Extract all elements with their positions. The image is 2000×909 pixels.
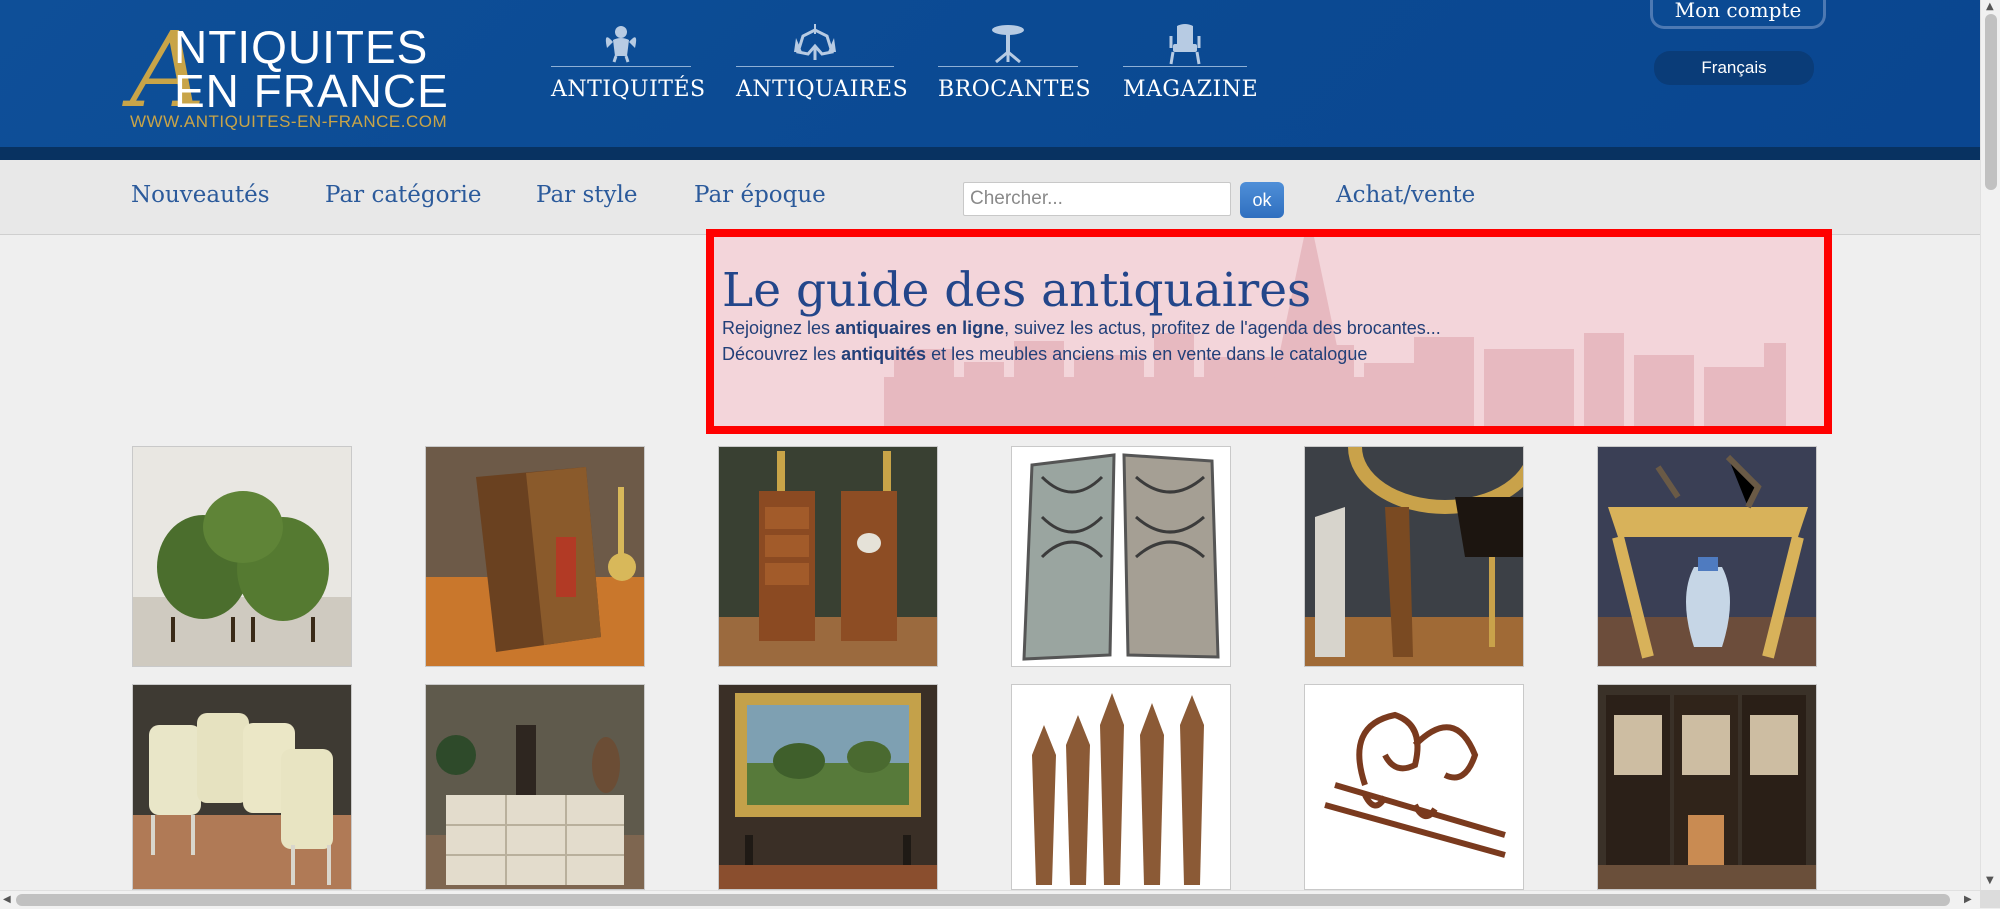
product-thumbnail[interactable]	[425, 446, 645, 667]
banner-text: Rejoignez les	[722, 318, 836, 338]
banner-line-2: Découvrez les antiquités et les meubles …	[722, 344, 1367, 365]
scroll-down-icon[interactable]: ▼	[1986, 876, 1994, 886]
horizontal-scroll-thumb[interactable]	[16, 894, 1950, 906]
nav-label: ANTIQUAIRES	[736, 77, 909, 102]
nav-item-antiquites[interactable]: ANTIQUITÉS	[551, 22, 706, 112]
subnav-nouveautes[interactable]: Nouveautés	[131, 182, 270, 208]
logo-line-1: NTIQUITES	[174, 21, 429, 73]
product-thumbnail[interactable]	[1011, 446, 1231, 667]
gueridon-table-icon	[938, 22, 1078, 66]
product-thumbnail[interactable]	[1011, 684, 1231, 890]
chandelier-icon	[736, 22, 894, 66]
product-thumbnail[interactable]	[425, 684, 645, 890]
site-header: A NTIQUITES EN FRANCE WWW.ANTIQUITES-EN-…	[0, 0, 1980, 160]
product-thumbnail[interactable]	[1304, 684, 1524, 890]
banner-link-antiquaires[interactable]: antiquaires en ligne	[835, 318, 1004, 338]
nav-rule	[1123, 66, 1247, 67]
product-thumbnail[interactable]	[132, 684, 352, 890]
banner-text: et les meubles anciens mis en vente dans…	[926, 344, 1368, 364]
subnav-achat-vente[interactable]: Achat/vente	[1336, 182, 1475, 208]
guide-banner: Le guide des antiquaires Rejoignez les a…	[706, 229, 1832, 434]
banner-line-1: Rejoignez les antiquaires en ligne, suiv…	[722, 318, 1441, 339]
product-thumbnail[interactable]	[1597, 446, 1817, 667]
banner-link-antiquites[interactable]: antiquités	[841, 344, 926, 364]
scroll-right-icon[interactable]: ▶	[1964, 895, 1972, 905]
banner-text: Découvrez les	[722, 344, 842, 364]
scrollbar-corner	[1980, 890, 2000, 908]
search-ok-button[interactable]: ok	[1240, 182, 1284, 218]
banner-title: Le guide des antiquaires	[722, 263, 1312, 318]
subnav-par-categorie[interactable]: Par catégorie	[325, 182, 481, 208]
product-thumbnail[interactable]	[1597, 684, 1817, 890]
nav-item-brocantes[interactable]: BROCANTES	[938, 22, 1092, 112]
nav-rule	[938, 66, 1078, 67]
subnav-par-epoque[interactable]: Par époque	[694, 182, 826, 208]
language-selector[interactable]: Français	[1654, 51, 1814, 85]
nav-label: MAGAZINE	[1123, 77, 1259, 102]
product-thumbnail[interactable]	[1304, 446, 1524, 667]
logo-line-2: EN FRANCE	[174, 65, 449, 117]
nav-item-magazine[interactable]: MAGAZINE	[1123, 22, 1259, 112]
product-thumbnail[interactable]	[718, 446, 938, 667]
vertical-scroll-thumb[interactable]	[1985, 14, 1997, 190]
scroll-up-icon[interactable]: ▲	[1986, 2, 1994, 12]
banner-text: , suivez les actus, profitez de l'agenda…	[1004, 318, 1441, 338]
nav-item-antiquaires[interactable]: ANTIQUAIRES	[736, 22, 909, 112]
search-input[interactable]	[963, 182, 1231, 216]
cherub-icon	[551, 22, 691, 66]
vertical-scrollbar[interactable]: ▲ ▼	[1980, 0, 2000, 890]
armchair-icon	[1123, 22, 1247, 66]
nav-label: BROCANTES	[938, 77, 1092, 102]
horizontal-scrollbar[interactable]: ◀ ▶	[0, 890, 1980, 909]
logo-url: WWW.ANTIQUITES-EN-FRANCE.COM	[130, 112, 448, 131]
account-button[interactable]: Mon compte	[1650, 0, 1826, 29]
product-thumbnail[interactable]	[718, 684, 938, 890]
product-thumbnail[interactable]	[132, 446, 352, 667]
header-divider	[0, 147, 1980, 160]
subnav-par-style[interactable]: Par style	[536, 182, 637, 208]
scroll-left-icon[interactable]: ◀	[3, 895, 11, 905]
nav-label: ANTIQUITÉS	[551, 77, 706, 102]
nav-rule	[551, 66, 691, 67]
site-logo[interactable]: A NTIQUITES EN FRANCE WWW.ANTIQUITES-EN-…	[130, 18, 450, 134]
nav-rule	[736, 66, 894, 67]
